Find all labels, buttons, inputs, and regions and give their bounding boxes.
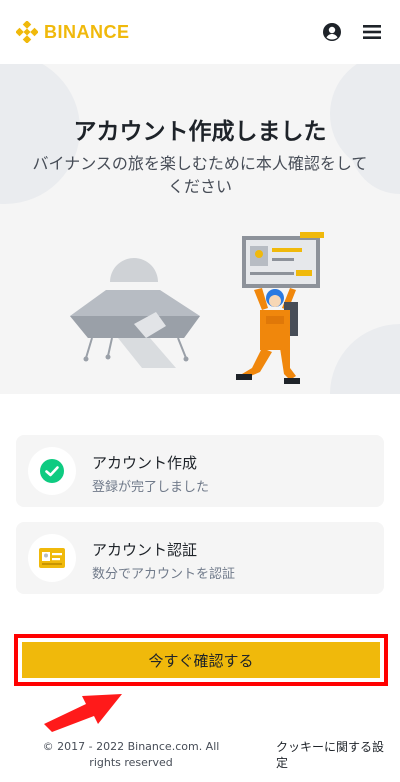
step-title: アカウント認証: [92, 541, 198, 559]
page-subtitle: バイナンスの旅を楽しむために本人確認をしてください: [32, 154, 368, 196]
step-card-account-verification: アカウント認証 数分でアカウントを認証: [16, 522, 384, 594]
id-card-icon: [28, 534, 76, 582]
hamburger-menu-icon[interactable]: [362, 22, 382, 46]
check-circle-icon: [28, 447, 76, 495]
annotation-highlight-box: 今すぐ確認する: [14, 634, 388, 686]
cookie-settings-link[interactable]: クッキーに関する設定: [276, 739, 394, 771]
step-description: 登録が完了しました: [92, 480, 210, 495]
step-title: アカウント作成: [92, 454, 198, 472]
binance-logo-icon: [16, 21, 38, 43]
step-description: 数分でアカウントを認証: [92, 567, 236, 582]
verify-now-button[interactable]: 今すぐ確認する: [22, 642, 380, 678]
binance-logo[interactable]: BINANCE: [16, 21, 130, 43]
copyright-text: © 2017 - 2022 Binance.com. All rights re…: [42, 740, 220, 769]
page-title: アカウント作成しました: [73, 119, 327, 145]
step-card-account-created: アカウント作成 登録が完了しました: [16, 435, 384, 507]
user-circle-icon[interactable]: [322, 22, 342, 46]
logo-wordmark: BINANCE: [44, 21, 130, 42]
top-navbar: BINANCE: [0, 0, 400, 64]
annotation-arrow-icon: [44, 694, 122, 732]
